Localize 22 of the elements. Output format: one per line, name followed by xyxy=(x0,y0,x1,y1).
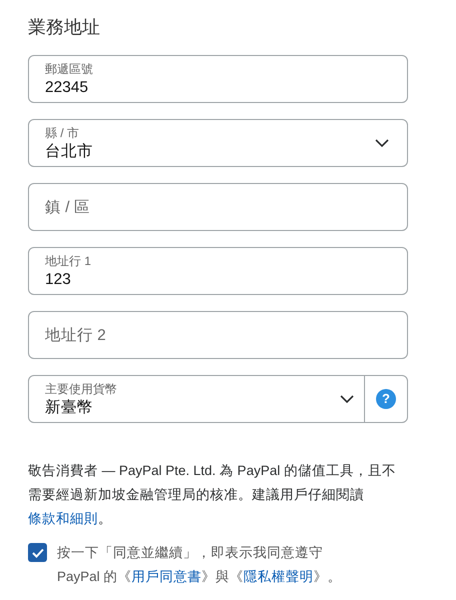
notice-text: 敬告消費者 — PayPal Pte. Ltd. 為 PayPal 的儲值工具，且不需要經過新加坡金融管理局的核准。建議用戶仔細閱讀 條款和細則。 xyxy=(28,462,397,528)
field-value: 22345 xyxy=(45,78,90,98)
field-value: 123 xyxy=(45,270,72,290)
checkmark-icon xyxy=(32,548,44,558)
field-label: 郵遞區號 xyxy=(45,60,94,76)
text-field[interactable]: 鎮 / 區 xyxy=(28,183,408,231)
field-placeholder: 鎮 / 區 xyxy=(45,198,91,218)
select-field[interactable]: 縣 / 市 台北市 xyxy=(28,119,408,167)
text-link[interactable]: 條款和細則 xyxy=(28,511,98,526)
field-placeholder: 地址行 2 xyxy=(45,326,107,346)
agreement-text: 按一下「同意並繼續」，即表示我同意遵守 PayPal 的《用戶同意書》與《隱私權聲明》。 xyxy=(57,544,343,586)
section-heading: 業務地址 xyxy=(28,16,101,39)
text-link[interactable]: 用戶同意書 xyxy=(132,569,202,584)
field-label: 地址行 1 xyxy=(45,252,92,268)
chevron-down-icon xyxy=(375,139,389,147)
text-field[interactable]: 地址行 2 xyxy=(28,311,408,359)
text-field[interactable]: 地址行 1 123 xyxy=(28,247,408,295)
field-label: 縣 / 市 xyxy=(45,124,80,140)
field-value: 台北市 xyxy=(45,142,94,162)
agree-checkbox[interactable] xyxy=(28,543,47,562)
text-field[interactable]: 郵遞區號 22345 xyxy=(28,55,408,103)
text-link[interactable]: 隱私權聲明 xyxy=(244,569,314,584)
